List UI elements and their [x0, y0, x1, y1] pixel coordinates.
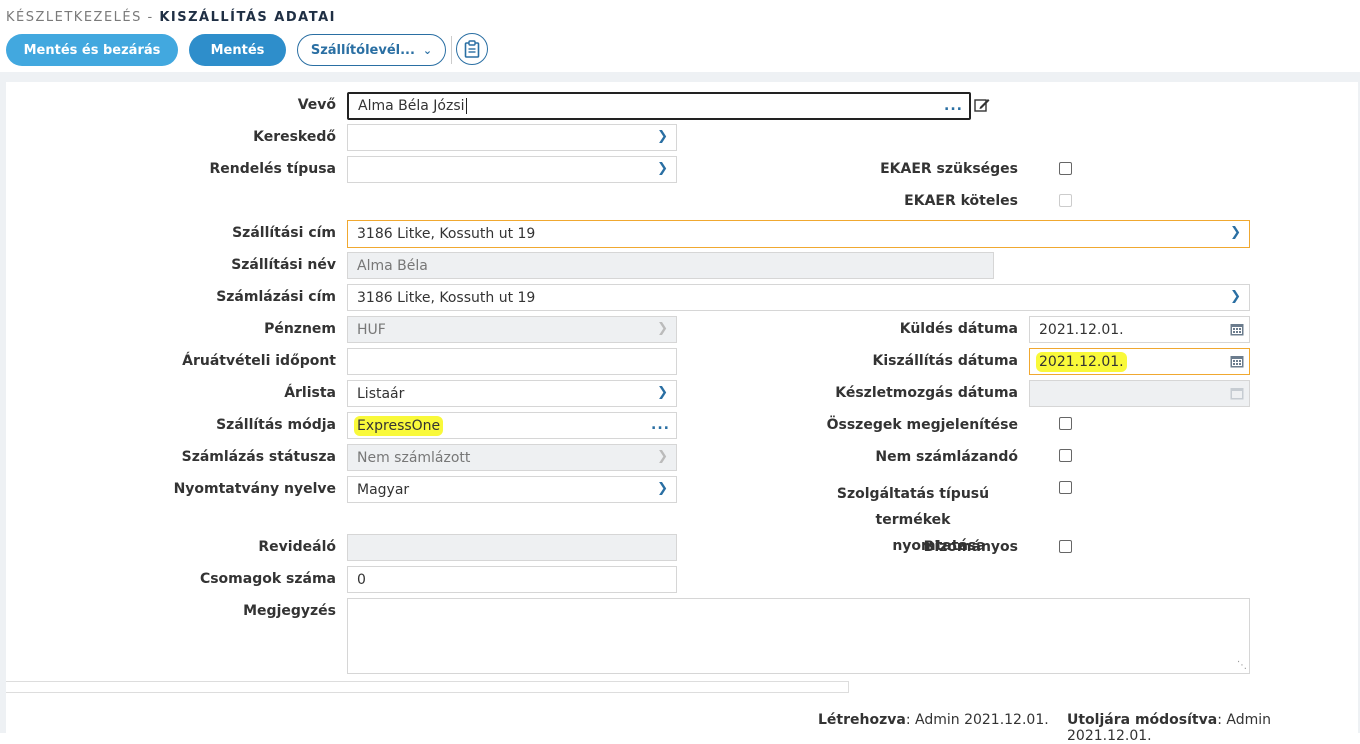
toolbar-divider [451, 36, 452, 64]
kiszallitas-datuma-field[interactable]: 2021.12.01. [1029, 348, 1250, 375]
szallitasi-cim-value: 3186 Litke, Kossuth ut 19 [357, 226, 536, 242]
ekaer-koteles-checkbox[interactable] [1059, 194, 1072, 207]
szallitas-modja-value: ExpressOne [354, 416, 444, 436]
kereskedo-label: Kereskedő [253, 129, 336, 145]
calendar-icon [1230, 388, 1244, 400]
vevo-label: Vevő [297, 97, 336, 113]
breadcrumb-root[interactable]: KÉSZLETKEZELÉS - [6, 10, 154, 25]
divider-strip [0, 72, 1360, 82]
revidealo-label: Revideáló [258, 539, 336, 555]
horizontal-scrollbar[interactable] [6, 681, 849, 693]
bizomanyos-label: Bizományos [923, 539, 1018, 555]
save-and-close-button[interactable]: Mentés és bezárás [6, 34, 178, 66]
clipboard-icon [464, 40, 480, 58]
chevron-down-icon: ❯ [657, 161, 668, 176]
szamlazasi-cim-label: Számlázási cím [216, 289, 336, 305]
ekaer-szukseges-label: EKAER szükséges [880, 161, 1018, 177]
created-value: : Admin 2021.12.01. [905, 712, 1049, 728]
vevo-value: Alma Béla Józsi [358, 98, 465, 114]
csomagok-szama-value: 0 [357, 572, 366, 588]
save-button[interactable]: Mentés [189, 34, 286, 66]
szolgaltatas-nyomtatasa-checkbox[interactable] [1059, 481, 1072, 494]
kereskedo-select[interactable]: ❯ [347, 124, 677, 151]
szamlazas-statusza-select: Nem számlázott ❯ [347, 444, 677, 471]
page-title: KISZÁLLÍTÁS ADATAI [159, 10, 336, 25]
csomagok-szama-field[interactable]: 0 [347, 566, 677, 593]
megjegyzes-textarea[interactable]: ⋱ [347, 598, 1250, 674]
created-label: Létrehozva [818, 712, 906, 728]
chevron-down-icon: ❯ [657, 481, 668, 496]
calendar-icon[interactable] [1230, 322, 1244, 336]
top-bar: KÉSZLETKEZELÉS - KISZÁLLÍTÁS ADATAI Ment… [0, 0, 1360, 72]
revidealo-field [347, 534, 677, 561]
szamlazas-statusza-value: Nem számlázott [357, 450, 471, 466]
bizomanyos-checkbox[interactable] [1059, 540, 1072, 553]
nem-szamlazando-checkbox[interactable] [1059, 449, 1072, 462]
modified-info: Utoljára módosítva: Admin 2021.12.01. [1067, 712, 1360, 744]
keszletmozgas-datuma-label: Készletmozgás dátuma [835, 385, 1018, 401]
left-gutter [0, 72, 6, 733]
szolgaltatas-label-line1: Szolgáltatás típusú termékek [836, 486, 990, 528]
chevron-down-icon: ❯ [657, 129, 668, 144]
szallitasi-nev-label: Szállítási név [231, 257, 336, 273]
nyomtatvany-nyelve-value: Magyar [357, 482, 410, 498]
penznem-value: HUF [357, 322, 386, 338]
breadcrumb: KÉSZLETKEZELÉS - KISZÁLLÍTÁS ADATAI [6, 10, 336, 25]
szallitasi-cim-select[interactable]: 3186 Litke, Kossuth ut 19 ❯ [347, 220, 1250, 248]
kuldes-datuma-field[interactable]: 2021.12.01. [1029, 316, 1250, 343]
penznem-select: HUF ❯ [347, 316, 677, 343]
arlista-label: Árlista [284, 385, 336, 401]
keszletmozgas-datuma-field [1029, 380, 1250, 407]
ekaer-koteles-label: EKAER köteles [904, 193, 1018, 209]
edit-icon[interactable] [974, 97, 990, 113]
nem-szamlazando-label: Nem számlázandó [875, 449, 1018, 465]
szamlazasi-cim-value: 3186 Litke, Kossuth ut 19 [357, 290, 536, 306]
arlista-select[interactable]: Listaár ❯ [347, 380, 677, 407]
szallitasi-nev-field: Alma Béla [347, 252, 994, 279]
chevron-down-icon: ❯ [657, 385, 668, 400]
nyomtatvany-nyelve-label: Nyomtatvány nyelve [173, 481, 336, 497]
calendar-icon[interactable] [1230, 354, 1244, 368]
csomagok-szama-label: Csomagok száma [199, 571, 336, 587]
megjegyzes-label: Megjegyzés [243, 603, 336, 619]
kiszallitas-datuma-label: Kiszállítás dátuma [872, 353, 1018, 369]
szallitasi-cim-label: Szállítási cím [232, 225, 336, 241]
kuldes-datuma-value: 2021.12.01. [1039, 322, 1124, 338]
chevron-down-icon: ❯ [657, 321, 668, 336]
created-info: Létrehozva: Admin 2021.12.01. [818, 712, 1049, 728]
szamlazas-statusza-label: Számlázás státusza [181, 449, 336, 465]
ekaer-szukseges-checkbox[interactable] [1059, 162, 1072, 175]
chevron-down-icon: ❯ [1230, 289, 1241, 304]
vevo-field[interactable]: Alma Béla Józsi ... [347, 92, 971, 120]
nyomtatvany-nyelve-select[interactable]: Magyar ❯ [347, 476, 677, 503]
szallitas-modja-field[interactable]: ExpressOne ... [347, 412, 677, 439]
szallitas-modja-label: Szállítás módja [216, 417, 336, 433]
szamlazasi-cim-select[interactable]: 3186 Litke, Kossuth ut 19 ❯ [347, 284, 1250, 311]
resize-handle-icon[interactable]: ⋱ [1237, 660, 1247, 671]
chevron-down-icon: ❯ [657, 449, 668, 464]
osszegek-megjelenitese-label: Összegek megjelenítése [826, 417, 1018, 433]
chevron-down-icon: ⌄ [422, 43, 433, 57]
aruatveteli-idopont-label: Áruátvételi időpont [182, 353, 336, 369]
osszegek-megjelenitese-checkbox[interactable] [1059, 417, 1072, 430]
delivery-note-label: Szállítólevél... [310, 42, 415, 58]
chevron-down-icon: ❯ [1230, 225, 1241, 240]
clipboard-button[interactable] [456, 33, 488, 65]
rendeles-tipusa-select[interactable]: ❯ [347, 156, 677, 183]
penznem-label: Pénznem [264, 321, 336, 337]
modified-label: Utoljára módosítva [1067, 712, 1218, 728]
kiszallitas-datuma-value: 2021.12.01. [1036, 352, 1127, 372]
szallitasi-nev-value: Alma Béla [357, 258, 428, 274]
more-dots-icon[interactable]: ... [651, 417, 670, 433]
kuldes-datuma-label: Küldés dátuma [899, 321, 1018, 337]
more-dots-icon[interactable]: ... [944, 98, 963, 114]
delivery-note-dropdown-button[interactable]: Szállítólevél... ⌄ [297, 34, 446, 66]
arlista-value: Listaár [357, 386, 405, 402]
aruatveteli-idopont-field[interactable] [347, 348, 677, 375]
rendeles-tipusa-label: Rendelés típusa [209, 161, 336, 177]
